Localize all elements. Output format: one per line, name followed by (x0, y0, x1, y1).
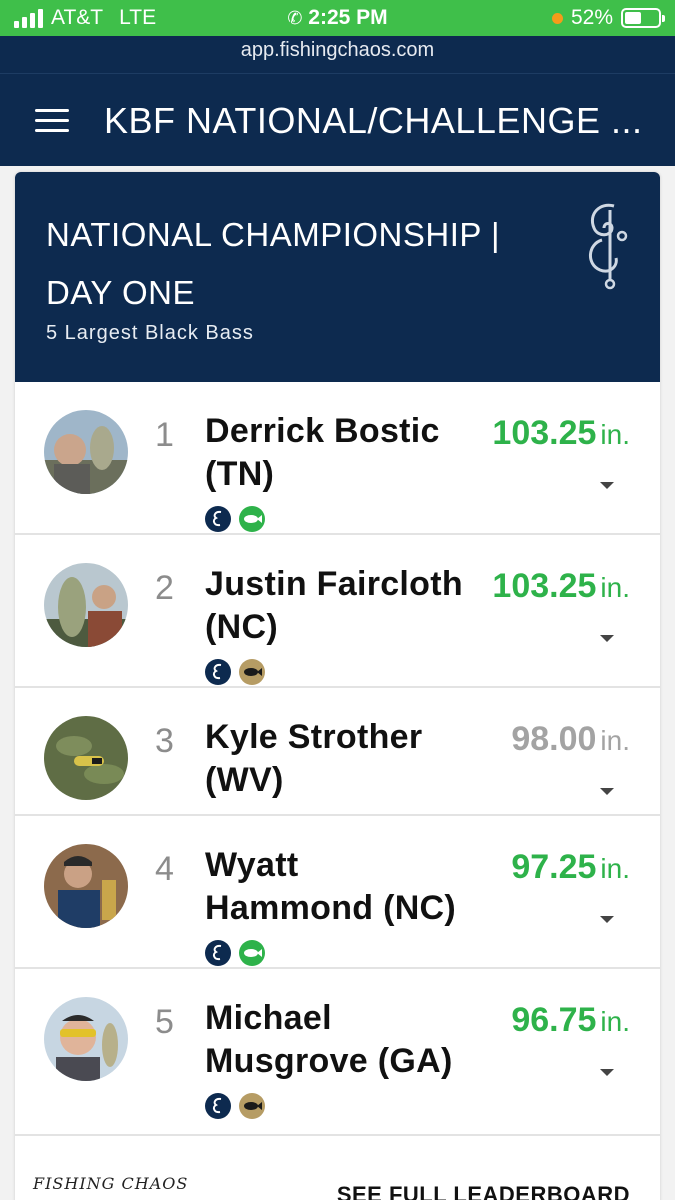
score: 96.75 in. (511, 1001, 630, 1040)
score: 103.25 in. (492, 567, 630, 606)
leaderboard-row[interactable]: 1 Derrick Bostic (TN) 103.25 in. (15, 382, 660, 535)
avatar (44, 716, 128, 800)
badge-group (205, 1093, 265, 1119)
badge-group (205, 506, 265, 532)
kbf-green-badge-icon (239, 940, 265, 966)
see-full-leaderboard-link[interactable]: SEE FULL LEADERBOARD (337, 1182, 630, 1200)
expand-chevron-icon[interactable] (600, 482, 614, 489)
leaderboard-list: 1 Derrick Bostic (TN) 103.25 in. 2 Justin… (15, 382, 660, 1136)
score: 98.00 in. (511, 720, 630, 759)
score-unit: in. (600, 419, 630, 450)
app-header: KBF NATIONAL/CHALLENGE ... (0, 74, 675, 166)
event-title: NATIONAL CHAMPIONSHIP | DAY ONE (46, 216, 501, 311)
page-title: KBF NATIONAL/CHALLENGE ... (104, 100, 643, 141)
fishing-chaos-logo-icon (589, 203, 628, 290)
chaos-badge-icon (205, 506, 231, 532)
score-value: 97.25 (511, 848, 597, 886)
score-value: 103.25 (492, 567, 597, 605)
status-right: 52% (551, 6, 665, 30)
event-subtitle: 5 Largest Black Bass (46, 322, 254, 344)
leaderboard-row[interactable]: 5 Michael Musgrove (GA) 96.75 in. (15, 969, 660, 1136)
expand-chevron-icon[interactable] (600, 788, 614, 795)
score-value: 96.75 (511, 1001, 597, 1039)
battery-percent: 52% (570, 6, 613, 29)
rank-number: 4 (155, 850, 174, 888)
footer-logo: FISHING CHAOS (33, 1174, 189, 1193)
chaos-badge-icon (205, 940, 231, 966)
score: 103.25 in. (492, 414, 630, 453)
orange-dot-icon (551, 12, 563, 24)
chaos-badge-icon (205, 659, 231, 685)
leaderboard-row[interactable]: 3 Kyle Strother (WV) 98.00 in. (15, 688, 660, 816)
rank-number: 3 (155, 722, 174, 760)
kbf-gold-badge-icon (239, 659, 265, 685)
chaos-badge-icon (205, 1093, 231, 1119)
status-bar: AT&T LTE ✆ 2:25 PM 52% (0, 0, 675, 36)
score-value: 98.00 (511, 720, 597, 758)
badge-group (205, 940, 265, 966)
score-unit: in. (600, 1006, 630, 1037)
rank-number: 2 (155, 569, 174, 607)
time-label: 2:25 PM (308, 6, 388, 29)
score-unit: in. (600, 853, 630, 884)
leaderboard-row[interactable]: 4 Wyatt Hammond (NC) 97.25 in. (15, 816, 660, 969)
rank-number: 5 (155, 1003, 174, 1041)
leaderboard-card: NATIONAL CHAMPIONSHIP | DAY ONE 5 Larges… (15, 172, 660, 1200)
expand-chevron-icon[interactable] (600, 1069, 614, 1076)
angler-name: Michael Musgrove (GA) (205, 999, 453, 1080)
avatar (44, 997, 128, 1081)
angler-name: Justin Faircloth (NC) (205, 565, 463, 646)
angler-name: Kyle Strother (WV) (205, 718, 423, 799)
avatar (44, 563, 128, 647)
kbf-gold-badge-icon (239, 1093, 265, 1119)
avatar (44, 844, 128, 928)
card-footer: FISHING CHAOS SEE FULL LEADERBOARD (15, 1150, 660, 1200)
score-unit: in. (600, 725, 630, 756)
event-header: NATIONAL CHAMPIONSHIP | DAY ONE 5 Larges… (15, 172, 660, 382)
hamburger-menu-icon[interactable] (35, 109, 69, 133)
expand-chevron-icon[interactable] (600, 635, 614, 642)
badge-group (205, 659, 265, 685)
battery-icon (621, 8, 665, 28)
leaderboard-row[interactable]: 2 Justin Faircloth (NC) 103.25 in. (15, 535, 660, 688)
angler-name: Derrick Bostic (TN) (205, 412, 440, 493)
phone-icon: ✆ (287, 8, 303, 28)
score: 97.25 in. (511, 848, 630, 887)
angler-name: Wyatt Hammond (NC) (205, 846, 457, 927)
kbf-green-badge-icon (239, 506, 265, 532)
rank-number: 1 (155, 416, 174, 454)
url-bar[interactable]: app.fishingchaos.com (0, 36, 675, 74)
expand-chevron-icon[interactable] (600, 916, 614, 923)
score-unit: in. (600, 572, 630, 603)
avatar (44, 410, 128, 494)
score-value: 103.25 (492, 414, 597, 452)
